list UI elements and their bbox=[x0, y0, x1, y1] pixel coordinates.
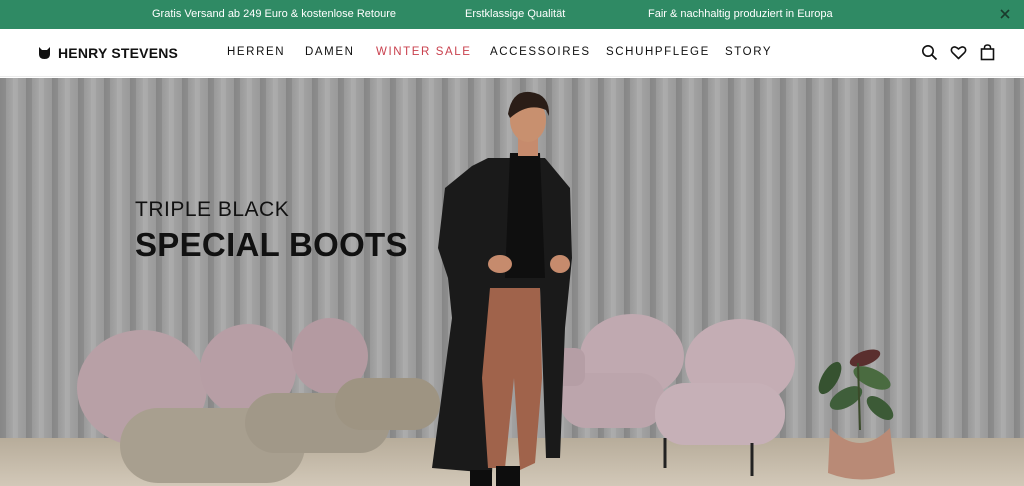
announcement-quality: Erstklassige Qualität bbox=[465, 8, 566, 20]
announcement-bar: Gratis Versand ab 249 Euro & kostenlose … bbox=[0, 0, 1024, 29]
hero-banner[interactable]: TRIPLE BLACK SPECIAL BOOTS bbox=[0, 78, 1024, 486]
cat-logo-icon bbox=[39, 47, 50, 59]
nav-herren[interactable]: HERREN bbox=[227, 46, 285, 58]
hero-subtitle: TRIPLE BLACK bbox=[135, 198, 290, 221]
close-icon[interactable] bbox=[998, 7, 1012, 21]
site-header: HENRY STEVENS HERREN DAMEN WINTER SALE A… bbox=[0, 29, 1024, 77]
hero-text: TRIPLE BLACK SPECIAL BOOTS bbox=[135, 198, 408, 264]
nav-schuhpflege[interactable]: SCHUHPFLEGE bbox=[606, 46, 710, 58]
announcement-shipping: Gratis Versand ab 249 Euro & kostenlose … bbox=[152, 8, 396, 20]
heart-icon[interactable] bbox=[950, 44, 967, 61]
nav-story[interactable]: STORY bbox=[725, 46, 772, 58]
search-icon[interactable] bbox=[921, 44, 938, 61]
brand-logo[interactable]: HENRY STEVENS bbox=[39, 45, 178, 61]
brand-name: HENRY STEVENS bbox=[58, 45, 179, 61]
hero-title: SPECIAL BOOTS bbox=[135, 226, 408, 263]
bag-icon[interactable] bbox=[979, 44, 996, 61]
nav-damen[interactable]: DAMEN bbox=[305, 46, 355, 58]
nav-accessoires[interactable]: ACCESSOIRES bbox=[490, 46, 591, 58]
nav-winter-sale[interactable]: WINTER SALE bbox=[376, 46, 472, 58]
announcement-fair: Fair & nachhaltig produziert in Europa bbox=[648, 8, 833, 20]
hero-image bbox=[0, 78, 1024, 486]
